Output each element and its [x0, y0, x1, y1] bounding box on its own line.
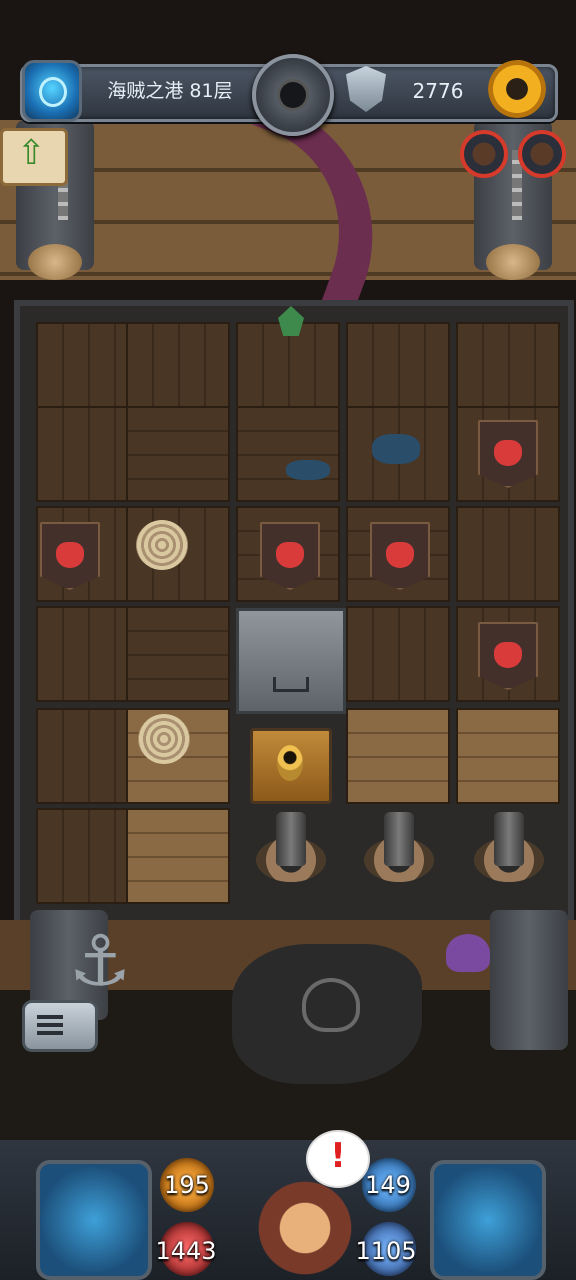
floor-tile[interactable]: [236, 322, 340, 418]
gear-icon[interactable]: [488, 60, 546, 118]
floor-tile[interactable]: [346, 606, 450, 702]
boar-banner-icon[interactable]: [40, 522, 100, 590]
coin-count: 2776: [412, 79, 464, 103]
exclamation-icon[interactable]: [306, 1130, 370, 1188]
floor-tile[interactable]: [126, 322, 230, 418]
enemy-avatar-icon[interactable]: [460, 130, 508, 178]
iron-chest-icon[interactable]: [236, 608, 346, 714]
cannon-icon[interactable]: [470, 812, 548, 886]
boar-banner-icon[interactable]: [260, 522, 320, 590]
compass-skill-icon[interactable]: [36, 1160, 152, 1280]
skull-flag-icon: [232, 944, 422, 1084]
floor-tile[interactable]: [346, 322, 450, 418]
locked-door-keyhole-icon[interactable]: [250, 728, 332, 804]
hp-value: 1443: [155, 1237, 217, 1265]
cannon-icon[interactable]: [252, 812, 330, 886]
broken-plank-icon: [372, 434, 420, 464]
menu-icon[interactable]: [22, 1000, 98, 1052]
floor-tile[interactable]: [36, 406, 140, 502]
bomb-medallion-icon[interactable]: [252, 54, 334, 136]
floor-tile[interactable]: [36, 606, 140, 702]
octopus-icon: [446, 934, 490, 972]
broken-plank-icon: [286, 460, 330, 480]
attack-value: 195: [164, 1171, 210, 1199]
anchor-icon: ⚓: [68, 920, 132, 1002]
boar-banner-icon[interactable]: [478, 622, 538, 690]
portal-icon[interactable]: [22, 60, 82, 122]
floor-tile[interactable]: [456, 708, 560, 804]
right-mooring-post: [490, 910, 568, 1050]
floor-tile[interactable]: [126, 406, 230, 502]
floor-title: 海贼之港 81层: [107, 80, 233, 102]
rope-coil-icon[interactable]: [136, 520, 188, 570]
spellbook-icon[interactable]: [430, 1160, 546, 1280]
boar-banner-icon[interactable]: [370, 522, 430, 590]
boar-banner-icon[interactable]: [478, 420, 538, 488]
rope-coil-icon[interactable]: [138, 714, 190, 764]
floor-tile[interactable]: [126, 808, 230, 904]
floor-tile[interactable]: [456, 506, 560, 602]
floor-tile[interactable]: [36, 708, 140, 804]
floor-tile[interactable]: [456, 322, 560, 418]
floor-tile[interactable]: [126, 606, 230, 702]
enemy-avatar-icon[interactable]: [518, 130, 566, 178]
floor-tile[interactable]: [236, 406, 340, 502]
floor-tile[interactable]: [36, 322, 140, 418]
cannon-icon[interactable]: [360, 812, 438, 886]
floor-tile[interactable]: [346, 708, 450, 804]
floor-tile[interactable]: [36, 808, 140, 904]
up-arrow-icon[interactable]: [0, 128, 68, 186]
